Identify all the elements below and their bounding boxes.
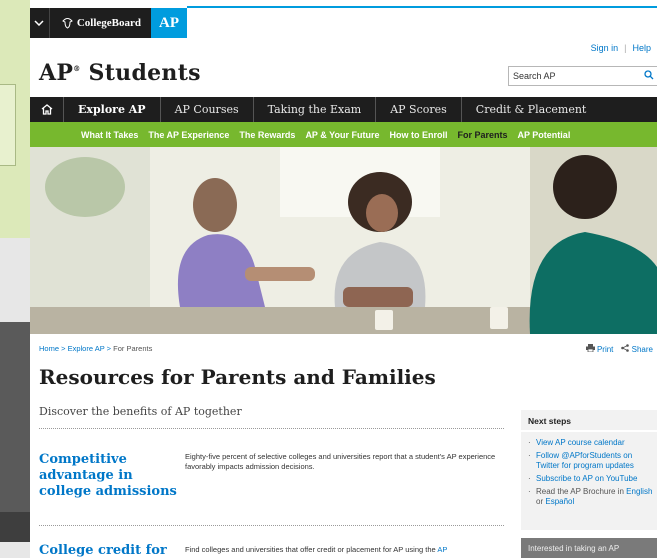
divider bbox=[39, 428, 504, 429]
page-tools: Print Share bbox=[585, 344, 653, 354]
ap-credit-policy-link[interactable]: AP bbox=[437, 545, 447, 554]
top-accent-line bbox=[187, 6, 657, 8]
ap-badge[interactable]: AP bbox=[151, 8, 187, 38]
section-body-college-credit: Find colleges and universities that offe… bbox=[185, 545, 505, 555]
home-icon[interactable] bbox=[30, 97, 64, 122]
page-subtitle: Discover the benefits of AP together bbox=[39, 405, 242, 418]
registered-mark: ® bbox=[73, 64, 81, 73]
nav-ap-scores[interactable]: AP Scores bbox=[376, 97, 462, 122]
help-link[interactable]: Help bbox=[632, 43, 651, 53]
collegeboard-logo[interactable]: CollegeBoard bbox=[50, 17, 151, 29]
brochure-espanol-link[interactable]: Español bbox=[545, 497, 574, 506]
search-placeholder: Search AP bbox=[513, 71, 556, 81]
next-steps-heading: Next steps bbox=[521, 410, 657, 432]
next-step-item: Read the AP Brochure in English or Españ… bbox=[528, 487, 657, 507]
print-button[interactable]: Print bbox=[585, 344, 614, 354]
sign-in-link[interactable]: Sign in bbox=[591, 43, 619, 53]
hero-image bbox=[30, 147, 657, 334]
separator: | bbox=[624, 43, 627, 53]
section-title-college-credit: College credit for bbox=[39, 543, 167, 558]
section-title-admissions: Competitive advantage in college admissi… bbox=[39, 452, 177, 499]
site-title[interactable]: AP® Students bbox=[39, 60, 201, 86]
nav-credit-placement[interactable]: Credit & Placement bbox=[462, 97, 601, 122]
section-body-admissions: Eighty-five percent of selective college… bbox=[185, 452, 496, 471]
collegeboard-logo-text: CollegeBoard bbox=[76, 17, 141, 29]
collegeboard-bar: CollegeBoard AP bbox=[30, 8, 187, 38]
share-label: Share bbox=[631, 345, 653, 354]
brochure-or: or bbox=[536, 497, 544, 506]
nav-explore-ap[interactable]: Explore AP bbox=[64, 97, 161, 122]
next-steps-panel: Next steps View AP course calendar Follo… bbox=[521, 410, 657, 530]
site-title-rest: Students bbox=[88, 60, 201, 86]
breadcrumb-explore-ap[interactable]: Explore AP bbox=[68, 344, 105, 353]
next-step-item[interactable]: View AP course calendar bbox=[528, 438, 657, 448]
share-button[interactable]: Share bbox=[621, 344, 653, 354]
subnav-how-to-enroll[interactable]: How to Enroll bbox=[384, 130, 452, 140]
breadcrumb-separator: > bbox=[61, 344, 66, 353]
chevron-down-icon[interactable] bbox=[30, 8, 50, 38]
sub-navigation: What It Takes The AP Experience The Rewa… bbox=[30, 122, 657, 147]
brochure-prefix: Read the AP Brochure in bbox=[536, 487, 624, 496]
subnav-the-rewards[interactable]: The Rewards bbox=[234, 130, 300, 140]
next-step-item[interactable]: Subscribe to AP on YouTube bbox=[528, 474, 657, 484]
section-body-text: Find colleges and universities that offe… bbox=[185, 545, 436, 554]
breadcrumb: Home > Explore AP > For Parents bbox=[39, 344, 152, 353]
print-label: Print bbox=[596, 345, 614, 354]
print-icon bbox=[585, 344, 595, 353]
nav-taking-the-exam[interactable]: Taking the Exam bbox=[254, 97, 377, 122]
next-step-item[interactable]: Follow @APforStudents on Twitter for pro… bbox=[528, 451, 657, 471]
subnav-for-parents[interactable]: For Parents bbox=[452, 130, 512, 140]
brochure-english-link[interactable]: English bbox=[626, 487, 652, 496]
subnav-ap-potential[interactable]: AP Potential bbox=[512, 130, 575, 140]
background-window-dark-strip bbox=[0, 512, 30, 542]
subnav-ap-experience[interactable]: The AP Experience bbox=[143, 130, 234, 140]
page-title: Resources for Parents and Families bbox=[39, 365, 436, 389]
account-links: Sign in | Help bbox=[591, 43, 651, 53]
background-window-box bbox=[0, 84, 16, 166]
subnav-what-it-takes[interactable]: What It Takes bbox=[76, 130, 143, 140]
site-title-ap: AP bbox=[39, 60, 74, 86]
nav-ap-courses[interactable]: AP Courses bbox=[161, 97, 254, 122]
breadcrumb-separator: > bbox=[106, 344, 112, 353]
search-icon[interactable] bbox=[644, 70, 654, 83]
main-navigation: Explore AP AP Courses Taking the Exam AP… bbox=[30, 97, 657, 122]
ap-students-page: CollegeBoard AP Sign in | Help AP® Stude… bbox=[30, 0, 657, 558]
breadcrumb-home[interactable]: Home bbox=[39, 344, 59, 353]
interested-panel[interactable]: Interested in taking an AP bbox=[521, 538, 657, 558]
divider bbox=[39, 525, 504, 526]
subnav-ap-your-future[interactable]: AP & Your Future bbox=[300, 130, 384, 140]
breadcrumb-current: For Parents bbox=[113, 344, 153, 353]
background-window-dark bbox=[0, 322, 30, 542]
search-input[interactable]: Search AP bbox=[508, 66, 657, 86]
share-icon bbox=[621, 344, 630, 352]
acorn-icon bbox=[62, 18, 73, 29]
